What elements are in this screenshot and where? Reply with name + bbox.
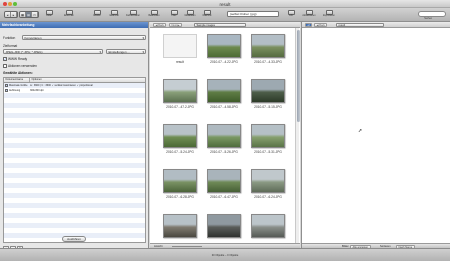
thumbnail-caption: 2010-07...5.24.JPG (166, 150, 194, 154)
thumbnail-item[interactable]: 2010-07...6.47.JPG (202, 163, 246, 208)
thumbnail-caption: 2010-07...5.26.JPG (210, 150, 238, 154)
function-select[interactable]: Konvertieren (22, 35, 146, 41)
toolbar-button-8[interactable]: Diashow (200, 10, 214, 18)
thumbnail-caption: 2010-07...5.31.JPG (254, 150, 282, 154)
thumbnail-item[interactable]: 2010-07...5.24.JPG (158, 118, 202, 163)
browser-scrollbar[interactable] (295, 28, 300, 243)
photo-thumbnail (251, 214, 285, 238)
toolbar-button-9[interactable]: Info (284, 10, 298, 18)
forward-icon[interactable]: ▸ (11, 12, 17, 17)
title-bar: result (0, 0, 450, 8)
toolbar-button-4[interactable]: Farbkorrektur (124, 10, 142, 18)
forward-button[interactable]: Next ▶ (169, 23, 183, 27)
thumbnail-caption: 2010-07...47.2.JPG (166, 105, 194, 109)
thumbnail-caption: 2010-07...5.15.JPG (254, 105, 282, 109)
thumbnail-item[interactable]: 2010-07...4.58.JPG (202, 73, 246, 118)
photo-thumbnail (251, 34, 285, 58)
column-header-name: Dokumentname (4, 78, 30, 82)
toolbar-button-5[interactable]: Bearbeiten (146, 10, 162, 18)
thumbnail-caption: 2010-07...4.58.JPG (210, 105, 238, 109)
www-ready-checkbox[interactable]: ✓ WWW Ready (3, 57, 27, 61)
photo-thumbnail (207, 214, 241, 238)
layout-segment[interactable]: ▦ ▤ ▭ (19, 11, 39, 18)
function-label: Funktion (3, 36, 16, 40)
selected-actions-label: Gewählte Aktionen: (3, 71, 33, 75)
thumbnail-item[interactable]: 2010-07...4.22.JPG (202, 28, 246, 73)
folder-icon (163, 34, 197, 58)
thumbnail-item[interactable]: 2010-07...6.28.JPG (158, 163, 202, 208)
mouse-pointer-icon: ➚ (358, 128, 363, 134)
thumbnail-caption: 2010-07...6.47.JPG (210, 195, 238, 199)
result-pane: ⇄ ◀ Back result ➚ Bilder Alle anzeigen S… (301, 22, 450, 249)
thumbnail-caption: 2010-07...6.28.JPG (166, 195, 194, 199)
checkbox-icon (3, 64, 7, 68)
photo-thumbnail (163, 124, 197, 148)
back-button[interactable]: ◀ Back (153, 23, 167, 27)
toolbar-button-7[interactable]: Metadaten (182, 10, 198, 18)
batch-panel: Mehrfachbearbeitung Funktion Konvertiere… (0, 22, 149, 251)
photo-thumbnail (207, 169, 241, 193)
settings-button[interactable]: Einstellungen ... (106, 49, 146, 55)
thumbnail-size-slider[interactable] (172, 246, 202, 247)
folder-item[interactable]: result (158, 28, 202, 73)
photo-thumbnail (163, 79, 197, 103)
toolbar-button-3[interactable]: Gedruckt (106, 10, 122, 18)
target-format-label: Zielformat (3, 44, 18, 48)
result-back-button[interactable]: ◀ Back (314, 23, 328, 27)
target-format-select[interactable]: JPEG-JFIF (*.JPG; *.JPEG) (3, 49, 103, 55)
use-actions-checkbox[interactable]: Aktionen verwenden (3, 64, 37, 68)
photo-thumbnail (207, 79, 241, 103)
result-path-select[interactable]: result (336, 23, 384, 27)
path-select[interactable]: Sample images (194, 23, 246, 27)
toolbar: ◂ ▸ ▦ ▤ ▭ Datei Erkennen Effekte Gedruck… (0, 8, 450, 22)
browser-pane: ◀ Back Next ▶ Sample images result 2010-0… (150, 22, 300, 248)
photo-thumbnail (163, 169, 197, 193)
search-input[interactable] (418, 11, 446, 17)
toolbar-button-11[interactable]: Exportieren (320, 10, 338, 18)
sync-arrow-icon[interactable]: ⇄ (305, 23, 313, 27)
view-mode-segment[interactable]: ◂ ▸ (4, 11, 18, 18)
photo-thumbnail (251, 79, 285, 103)
run-button[interactable]: Ausführen (62, 236, 86, 242)
window-title: result (219, 1, 231, 7)
scrollbar-knob[interactable] (296, 30, 300, 122)
search-label: Suchen (424, 18, 432, 20)
thumbnail-caption: 2010-07...6.24.JPG (254, 195, 282, 199)
viewer-view-icon[interactable]: ▭ (32, 12, 38, 17)
status-bar: 30 Objekte – 0 Objekte (0, 248, 450, 261)
status-text: 30 Objekte – 0 Objekte (211, 254, 239, 257)
row-checkbox[interactable]: ✓ (5, 88, 8, 92)
thumbnail-item[interactable]: 2010-07...4.33.JPG (246, 28, 290, 73)
thumbnail-item[interactable]: 2010-07...5.26.JPG (202, 118, 246, 163)
folder-select[interactable]: (selbst Ordner | jpg) (227, 11, 279, 17)
thumbnail-item[interactable]: 2010-07...5.31.JPG (246, 118, 290, 163)
thumbnail-item[interactable]: 2010-07...47.2.JPG (158, 73, 202, 118)
column-header-options: Optionen (31, 78, 42, 81)
photo-thumbnail (207, 34, 241, 58)
thumbnail-caption: 2010-07...4.33.JPG (254, 60, 282, 64)
photo-thumbnail (251, 124, 285, 148)
photo-thumbnail (207, 124, 241, 148)
photo-thumbnail (163, 214, 197, 238)
thumbnail-item[interactable]: 2010-07...5.15.JPG (246, 73, 290, 118)
toolbar-button-1[interactable]: Erkennen (60, 10, 78, 18)
toolbar-button-10[interactable]: Aktualisieren (300, 10, 318, 18)
toolbar-button-0[interactable]: Datei (42, 10, 56, 18)
checkbox-checked-icon: ✓ (3, 57, 7, 62)
toolbar-button-2[interactable]: Effekte (90, 10, 104, 18)
thumbnail-caption: 2010-07...4.22.JPG (210, 60, 238, 64)
thumbnail-item[interactable]: 2010-07...6.24.JPG (246, 163, 290, 208)
photo-thumbnail (251, 169, 285, 193)
actions-table: Dokumentname Optionen ✓ Maximale Größe w … (3, 77, 146, 243)
result-pane-header: ⇄ ◀ Back result (302, 22, 450, 28)
thumbnail-caption: result (176, 60, 184, 64)
table-row[interactable]: ✓ Auflösung 300x300 dpi (4, 88, 145, 93)
batch-panel-header: Mehrfachbearbeitung (0, 22, 148, 28)
toolbar-button-6[interactable]: Filter (168, 10, 180, 18)
row-checkbox[interactable]: ✓ (5, 83, 8, 87)
